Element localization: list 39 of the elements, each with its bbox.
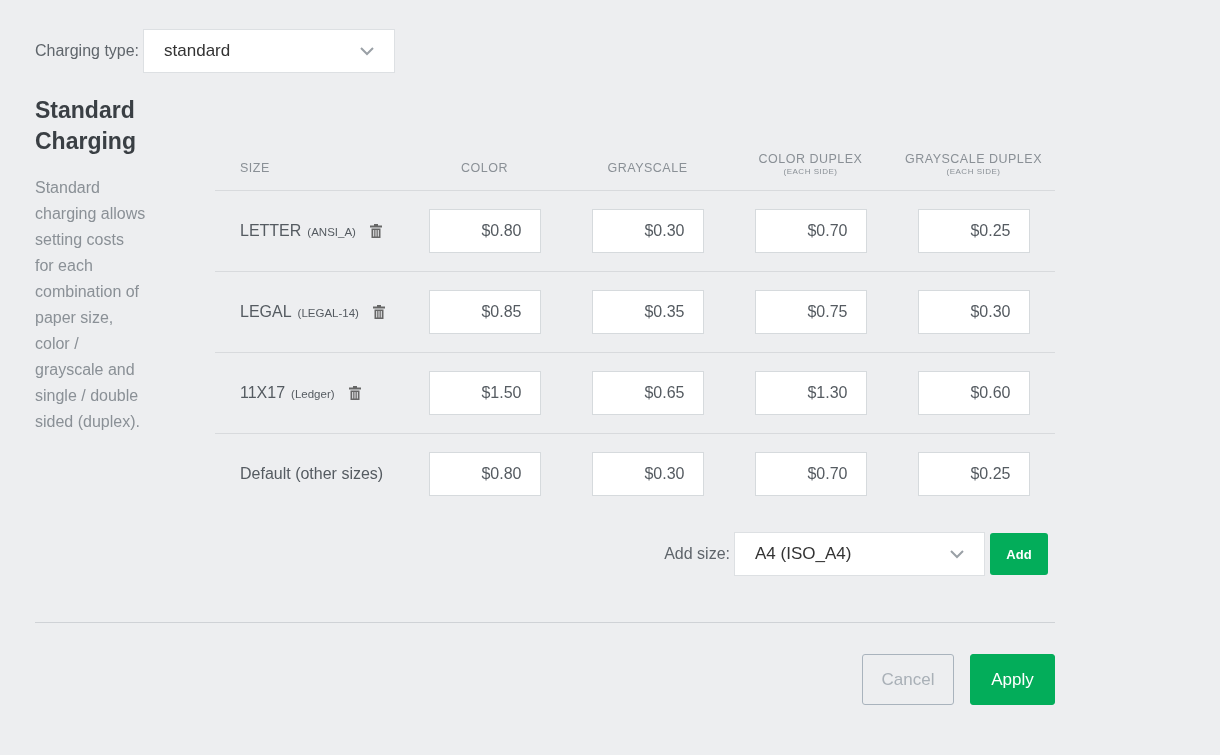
size-code: (ANSI_A) xyxy=(307,226,356,238)
price-field[interactable]: $0.30 xyxy=(591,209,704,253)
price-field[interactable]: $0.75 xyxy=(754,290,867,334)
price-field[interactable]: $0.60 xyxy=(917,371,1030,415)
size-name: LETTER xyxy=(240,222,302,239)
size-dropdown[interactable]: A4 (ISO_A4) xyxy=(734,532,985,576)
chevron-down-icon xyxy=(360,46,375,56)
price-field[interactable]: $0.80 xyxy=(428,452,541,496)
size-code: (LEGAL-14) xyxy=(297,307,359,319)
column-header: SIZE xyxy=(215,112,403,191)
price-field[interactable]: $0.25 xyxy=(917,452,1030,496)
price-field[interactable]: $1.50 xyxy=(428,371,541,415)
price-field[interactable]: $0.35 xyxy=(591,290,704,334)
price-field[interactable]: $0.70 xyxy=(754,452,867,496)
charging-type-label: Charging type: xyxy=(35,42,140,60)
price-field[interactable]: $1.30 xyxy=(754,371,867,415)
size-code: (Ledger) xyxy=(291,388,335,400)
size-name: 11X17 xyxy=(240,384,286,401)
trash-icon[interactable] xyxy=(348,386,361,400)
column-header: COLOR DUPLEX (EACH SIDE) xyxy=(729,112,892,191)
price-field[interactable]: $0.25 xyxy=(917,209,1030,253)
price-field[interactable]: $0.80 xyxy=(428,209,541,253)
price-field[interactable]: $0.65 xyxy=(591,371,704,415)
trash-icon[interactable] xyxy=(369,224,382,238)
charging-type-dropdown[interactable]: standard xyxy=(143,29,396,73)
column-header: COLOR xyxy=(403,112,566,191)
chevron-down-icon xyxy=(950,549,964,559)
size-name: LEGAL xyxy=(240,303,292,320)
price-field[interactable]: $0.85 xyxy=(428,290,541,334)
trash-icon[interactable] xyxy=(372,305,385,319)
section-description: Standard charging allows setting costs for each combination of paper size, color / grayscale and single / double sided (duplex). xyxy=(35,178,147,432)
add-size-label: Add size: xyxy=(664,545,730,563)
column-header: GRAYSCALE xyxy=(566,112,729,191)
section-title: Standard Charging xyxy=(35,96,137,156)
price-field[interactable]: $0.30 xyxy=(591,452,704,496)
size-name: Default (other sizes) xyxy=(240,465,384,482)
column-header: GRAYSCALE DUPLEX (EACH SIDE) xyxy=(892,112,1055,191)
price-field[interactable]: $0.30 xyxy=(917,290,1030,334)
price-field[interactable]: $0.70 xyxy=(754,209,867,253)
